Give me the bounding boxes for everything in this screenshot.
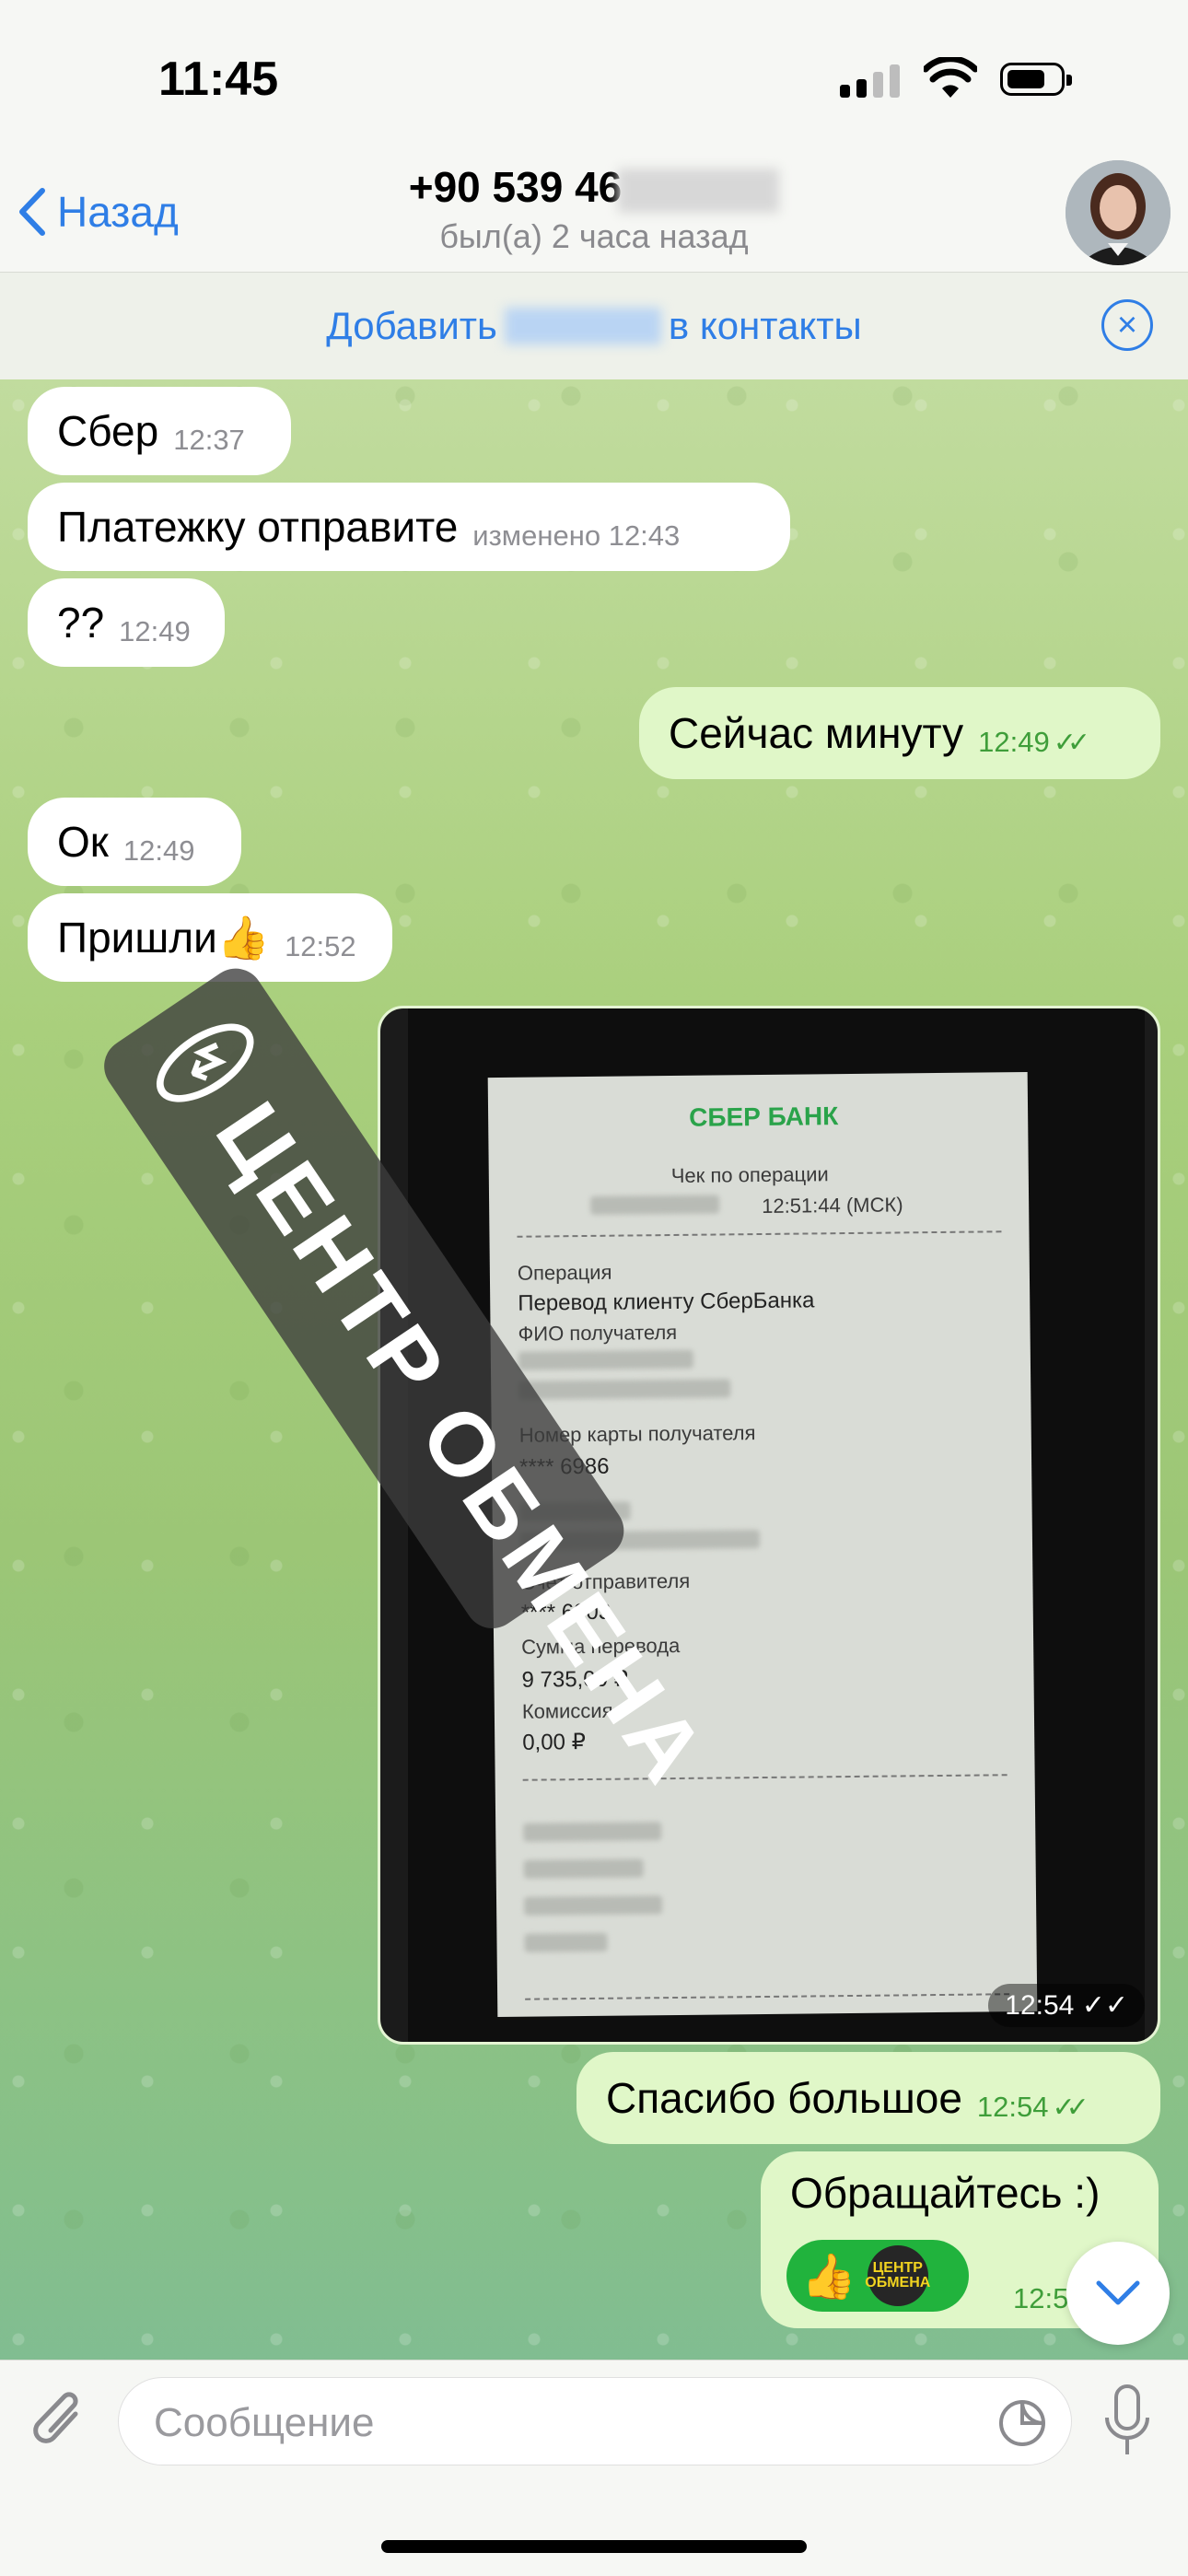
message-text: Спасибо большое bbox=[606, 2074, 962, 2122]
message-time: 12:49 bbox=[978, 726, 1050, 758]
message-text: Платежку отправите bbox=[57, 503, 459, 551]
message-incoming[interactable]: Пришли👍 12:52 bbox=[28, 893, 392, 982]
message-incoming[interactable]: Ок 12:49 bbox=[28, 798, 241, 886]
attach-icon[interactable] bbox=[28, 2384, 92, 2458]
close-icon[interactable]: × bbox=[1101, 299, 1153, 351]
scroll-down-button[interactable] bbox=[1066, 2242, 1170, 2345]
message-text: Обращайтесь :) bbox=[790, 2169, 1101, 2217]
operation-label: Операция bbox=[517, 1260, 612, 1285]
read-ticks-icon: ✓✓ bbox=[1052, 2092, 1089, 2123]
message-incoming[interactable]: Сбер 12:37 bbox=[28, 387, 291, 475]
receipt-heading: Чек по операции bbox=[670, 1162, 829, 1188]
receipt-datetime: 12:51:44 (МСК) bbox=[762, 1193, 903, 1218]
receipt-divider bbox=[525, 1993, 1010, 2000]
redacted-number bbox=[618, 168, 780, 213]
read-ticks-icon: ✓✓ bbox=[1053, 727, 1090, 758]
redacted-field bbox=[524, 1932, 608, 1952]
message-time: 12:49 bbox=[122, 834, 195, 867]
redacted-name bbox=[504, 308, 661, 344]
photo-time-text: 12:54 bbox=[1005, 1990, 1075, 2021]
avatar[interactable] bbox=[1066, 160, 1171, 265]
thumbs-up-reaction-icon: 👍 bbox=[801, 2252, 856, 2302]
chevron-down-icon bbox=[1096, 2280, 1140, 2305]
message-text: ?? bbox=[57, 599, 105, 647]
message-text: Ок bbox=[57, 818, 109, 866]
status-bar: 11:45 bbox=[0, 0, 1188, 157]
read-ticks-icon: ✓✓ bbox=[1081, 1990, 1128, 2021]
message-outgoing[interactable]: Сейчас минуту 12:49 ✓✓ bbox=[639, 687, 1160, 779]
home-indicator bbox=[381, 2540, 807, 2553]
status-time: 11:45 bbox=[158, 52, 279, 106]
message-time: 12:52 bbox=[285, 930, 356, 962]
message-time: 12:5 bbox=[1013, 2282, 1069, 2314]
recipient-label: ФИО получателя bbox=[518, 1320, 678, 1346]
battery-icon bbox=[1000, 63, 1072, 96]
message-placeholder: Сообщение bbox=[154, 2400, 375, 2445]
redacted-field bbox=[523, 1859, 644, 1879]
message-incoming[interactable]: Платежку отправите изменено 12:43 bbox=[28, 483, 790, 571]
watermark-logo-icon: ↯ bbox=[143, 1008, 268, 1118]
message-text: Сбер bbox=[57, 407, 159, 455]
redacted-date bbox=[590, 1195, 720, 1215]
reaction-avatar-badge: ЦЕНТР ОБМЕНА bbox=[865, 2245, 930, 2306]
reactions[interactable]: 👍 ЦЕНТР ОБМЕНА bbox=[786, 2240, 969, 2312]
receipt-divider bbox=[517, 1230, 1002, 1238]
contact-title[interactable]: +90 539 46 bbox=[0, 162, 1188, 213]
message-time: изменено 12:43 bbox=[472, 519, 681, 552]
receipt-divider bbox=[522, 1774, 1007, 1781]
contact-status: был(а) 2 часа назад bbox=[439, 217, 749, 255]
message-text: Сейчас минуту bbox=[669, 709, 964, 757]
add-contact-suffix: в контакты bbox=[668, 304, 862, 347]
redacted-recipient bbox=[518, 1349, 693, 1370]
redacted-field bbox=[523, 1895, 663, 1916]
microphone-icon[interactable] bbox=[1100, 2383, 1155, 2460]
operation-value: Перевод клиенту СберБанка bbox=[518, 1288, 815, 1316]
cellular-signal-icon bbox=[840, 61, 900, 98]
redacted-field bbox=[523, 1822, 662, 1842]
sber-logo: СБЕР БАНК bbox=[688, 1102, 839, 1132]
message-input[interactable]: Сообщение bbox=[118, 2377, 1072, 2465]
message-time: 12:54 bbox=[976, 2091, 1049, 2123]
message-outgoing[interactable]: Спасибо большое 12:54 ✓✓ bbox=[577, 2052, 1160, 2144]
message-time: 12:37 bbox=[173, 424, 245, 456]
add-contact-prefix: Добавить bbox=[326, 304, 497, 347]
contact-number: +90 539 46 bbox=[408, 163, 623, 211]
redacted-recipient bbox=[518, 1379, 731, 1400]
fee-value: 0,00 ₽ bbox=[522, 1730, 587, 1755]
sticker-icon[interactable] bbox=[997, 2398, 1047, 2448]
message-text: Пришли👍 bbox=[57, 913, 271, 962]
message-incoming[interactable]: ?? 12:49 bbox=[28, 578, 225, 667]
wifi-icon bbox=[924, 57, 977, 98]
photo-time: 12:54 ✓✓ bbox=[988, 1984, 1145, 2027]
message-time: 12:49 bbox=[119, 615, 191, 647]
add-to-contacts-bar[interactable]: Добавить в контакты × bbox=[0, 273, 1188, 379]
chat-header: Назад +90 539 46 был(а) 2 часа назад bbox=[0, 157, 1188, 273]
avatar-image bbox=[1066, 160, 1171, 265]
